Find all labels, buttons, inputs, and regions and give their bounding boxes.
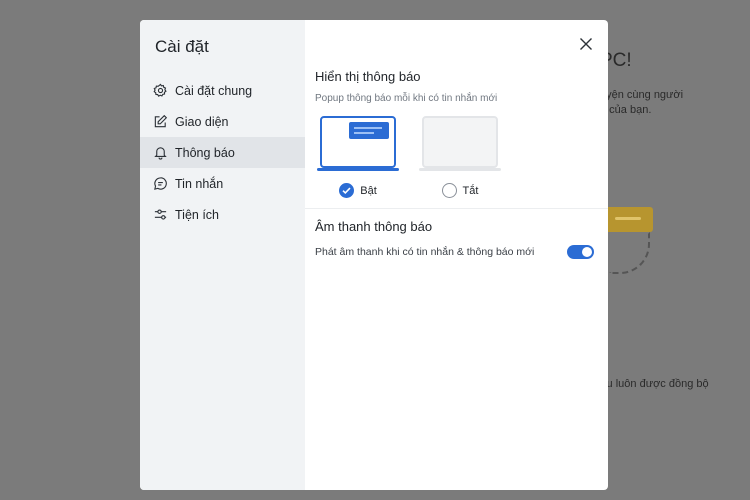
edit-icon — [153, 114, 168, 129]
sidebar-item-utilities[interactable]: Tiện ích — [140, 199, 305, 230]
sidebar-item-appearance[interactable]: Giao diện — [140, 106, 305, 137]
background-text-line: uyện cùng người — [600, 89, 684, 101]
toggle-knob — [582, 247, 592, 257]
settings-sidebar: Cài đặt Cài đặt chung Giao diện Thông bá… — [140, 20, 305, 490]
section-divider — [305, 208, 608, 209]
option-off[interactable]: Tắt — [419, 116, 501, 198]
radio-label: Tắt — [462, 184, 479, 197]
sidebar-item-label: Tiện ích — [175, 207, 220, 222]
notification-sound-title: Âm thanh thông báo — [315, 219, 433, 234]
notification-sound-label: Phát âm thanh khi có tin nhắn & thông bá… — [315, 246, 535, 258]
settings-content: Hiển thị thông báo Popup thông báo mỗi k… — [305, 20, 608, 490]
background-illustration — [605, 207, 653, 232]
close-icon[interactable] — [578, 36, 594, 52]
sidebar-item-label: Thông báo — [175, 145, 235, 160]
sidebar-item-label: Giao diện — [175, 114, 229, 129]
bell-icon — [153, 145, 168, 160]
radio-label: Bật — [360, 184, 377, 197]
sidebar-item-general[interactable]: Cài đặt chung — [140, 75, 305, 106]
sidebar-item-notifications[interactable]: Thông báo — [140, 137, 305, 168]
laptop-preview-on — [320, 116, 396, 168]
gear-icon — [153, 83, 168, 98]
option-on[interactable]: Bật — [317, 116, 399, 198]
dialog-title: Cài đặt — [155, 37, 209, 56]
settings-dialog: Cài đặt Cài đặt chung Giao diện Thông bá… — [140, 20, 608, 490]
radio-option-off[interactable]: Tắt — [441, 183, 479, 198]
sidebar-item-label: Cài đặt chung — [175, 83, 253, 98]
sidebar-item-label: Tin nhắn — [175, 176, 224, 191]
notification-display-description: Popup thông báo mỗi khi có tin nhắn mới — [315, 93, 498, 104]
radio-option-on[interactable]: Bật — [339, 183, 377, 198]
background-text-line: iệu luôn được đồng bộ — [598, 378, 709, 390]
sidebar-item-messages[interactable]: Tin nhắn — [140, 168, 305, 199]
laptop-preview-off — [422, 116, 498, 168]
radio-checked-icon — [339, 183, 355, 198]
notification-display-title: Hiển thị thông báo — [315, 69, 421, 84]
notification-sound-row: Phát âm thanh khi có tin nhắn & thông bá… — [315, 245, 594, 259]
laptop-base — [419, 168, 501, 171]
notification-sound-toggle[interactable] — [567, 245, 594, 259]
background-dashed-line — [608, 232, 650, 274]
radio-unchecked-icon — [441, 183, 457, 198]
popup-preview — [349, 122, 389, 139]
sliders-icon — [153, 207, 168, 222]
laptop-base — [317, 168, 399, 171]
chat-icon — [153, 176, 168, 191]
notification-options: Bật Tắt — [315, 116, 594, 198]
